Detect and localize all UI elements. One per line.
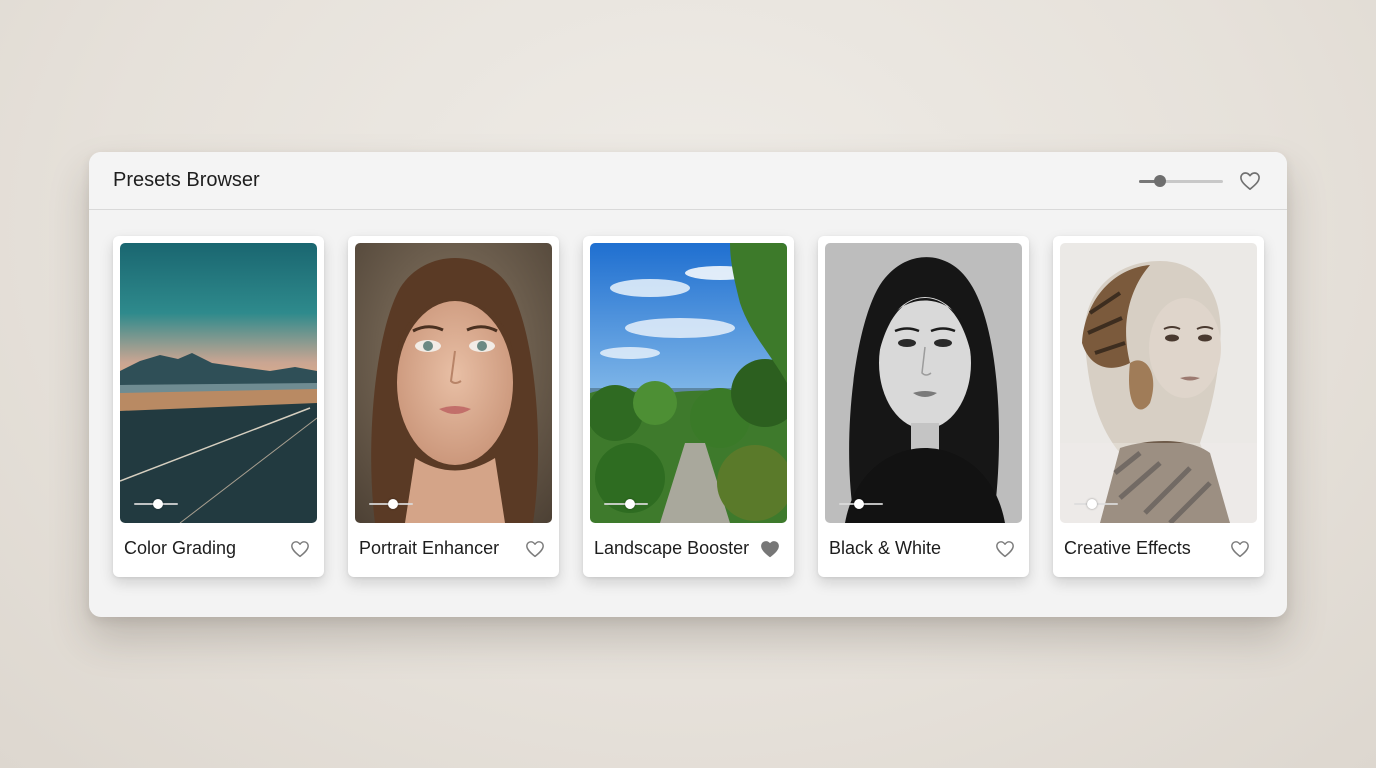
intensity-slider[interactable] xyxy=(134,498,178,510)
preset-thumbnail xyxy=(825,243,1022,523)
heart-outline-icon[interactable] xyxy=(1230,540,1250,558)
preset-name: Landscape Booster xyxy=(594,538,750,558)
title-bar: Presets Browser xyxy=(89,152,1287,210)
slider-thumb[interactable] xyxy=(388,499,399,509)
thumbnail-size-slider[interactable] xyxy=(1139,174,1223,188)
slider-thumb[interactable] xyxy=(625,499,636,509)
intensity-slider[interactable] xyxy=(1074,498,1118,510)
intensity-slider[interactable] xyxy=(369,498,413,510)
slider-thumb[interactable] xyxy=(1086,499,1097,509)
preset-card-creative-effects[interactable]: Creative Effects xyxy=(1053,236,1264,577)
slider-thumb[interactable] xyxy=(1154,175,1166,187)
landscape-road-image xyxy=(120,243,317,523)
bw-portrait-image xyxy=(825,243,1022,523)
preset-thumbnail xyxy=(1060,243,1257,523)
preset-name: Color Grading xyxy=(124,538,237,558)
preset-thumbnail xyxy=(355,243,552,523)
slider-thumb[interactable] xyxy=(853,499,864,509)
preset-thumbnail xyxy=(120,243,317,523)
heart-outline-icon[interactable] xyxy=(525,540,545,558)
preset-name: Portrait Enhancer xyxy=(359,538,500,558)
heart-filled-icon[interactable] xyxy=(760,540,780,558)
landscape-forest-image xyxy=(590,243,787,523)
presets-browser-window: Presets Browser Color Grading Portrait E… xyxy=(89,152,1287,617)
preset-card-portrait-enhancer[interactable]: Portrait Enhancer xyxy=(348,236,559,577)
preset-card-landscape-booster[interactable]: Landscape Booster xyxy=(583,236,794,577)
double-exposure-portrait-image xyxy=(1060,243,1257,523)
preset-name: Black & White xyxy=(829,538,942,558)
preset-name: Creative Effects xyxy=(1064,538,1191,558)
heart-outline-icon[interactable] xyxy=(995,540,1015,558)
intensity-slider[interactable] xyxy=(839,498,883,510)
window-title: Presets Browser xyxy=(113,169,260,191)
slider-thumb[interactable] xyxy=(153,499,164,509)
portrait-woman-image xyxy=(355,243,552,523)
preset-card-color-grading[interactable]: Color Grading xyxy=(113,236,324,577)
heart-outline-icon[interactable] xyxy=(1239,171,1261,191)
intensity-slider[interactable] xyxy=(604,498,648,510)
preset-card-black-and-white[interactable]: Black & White xyxy=(818,236,1029,577)
heart-outline-icon[interactable] xyxy=(290,540,310,558)
preset-thumbnail xyxy=(590,243,787,523)
